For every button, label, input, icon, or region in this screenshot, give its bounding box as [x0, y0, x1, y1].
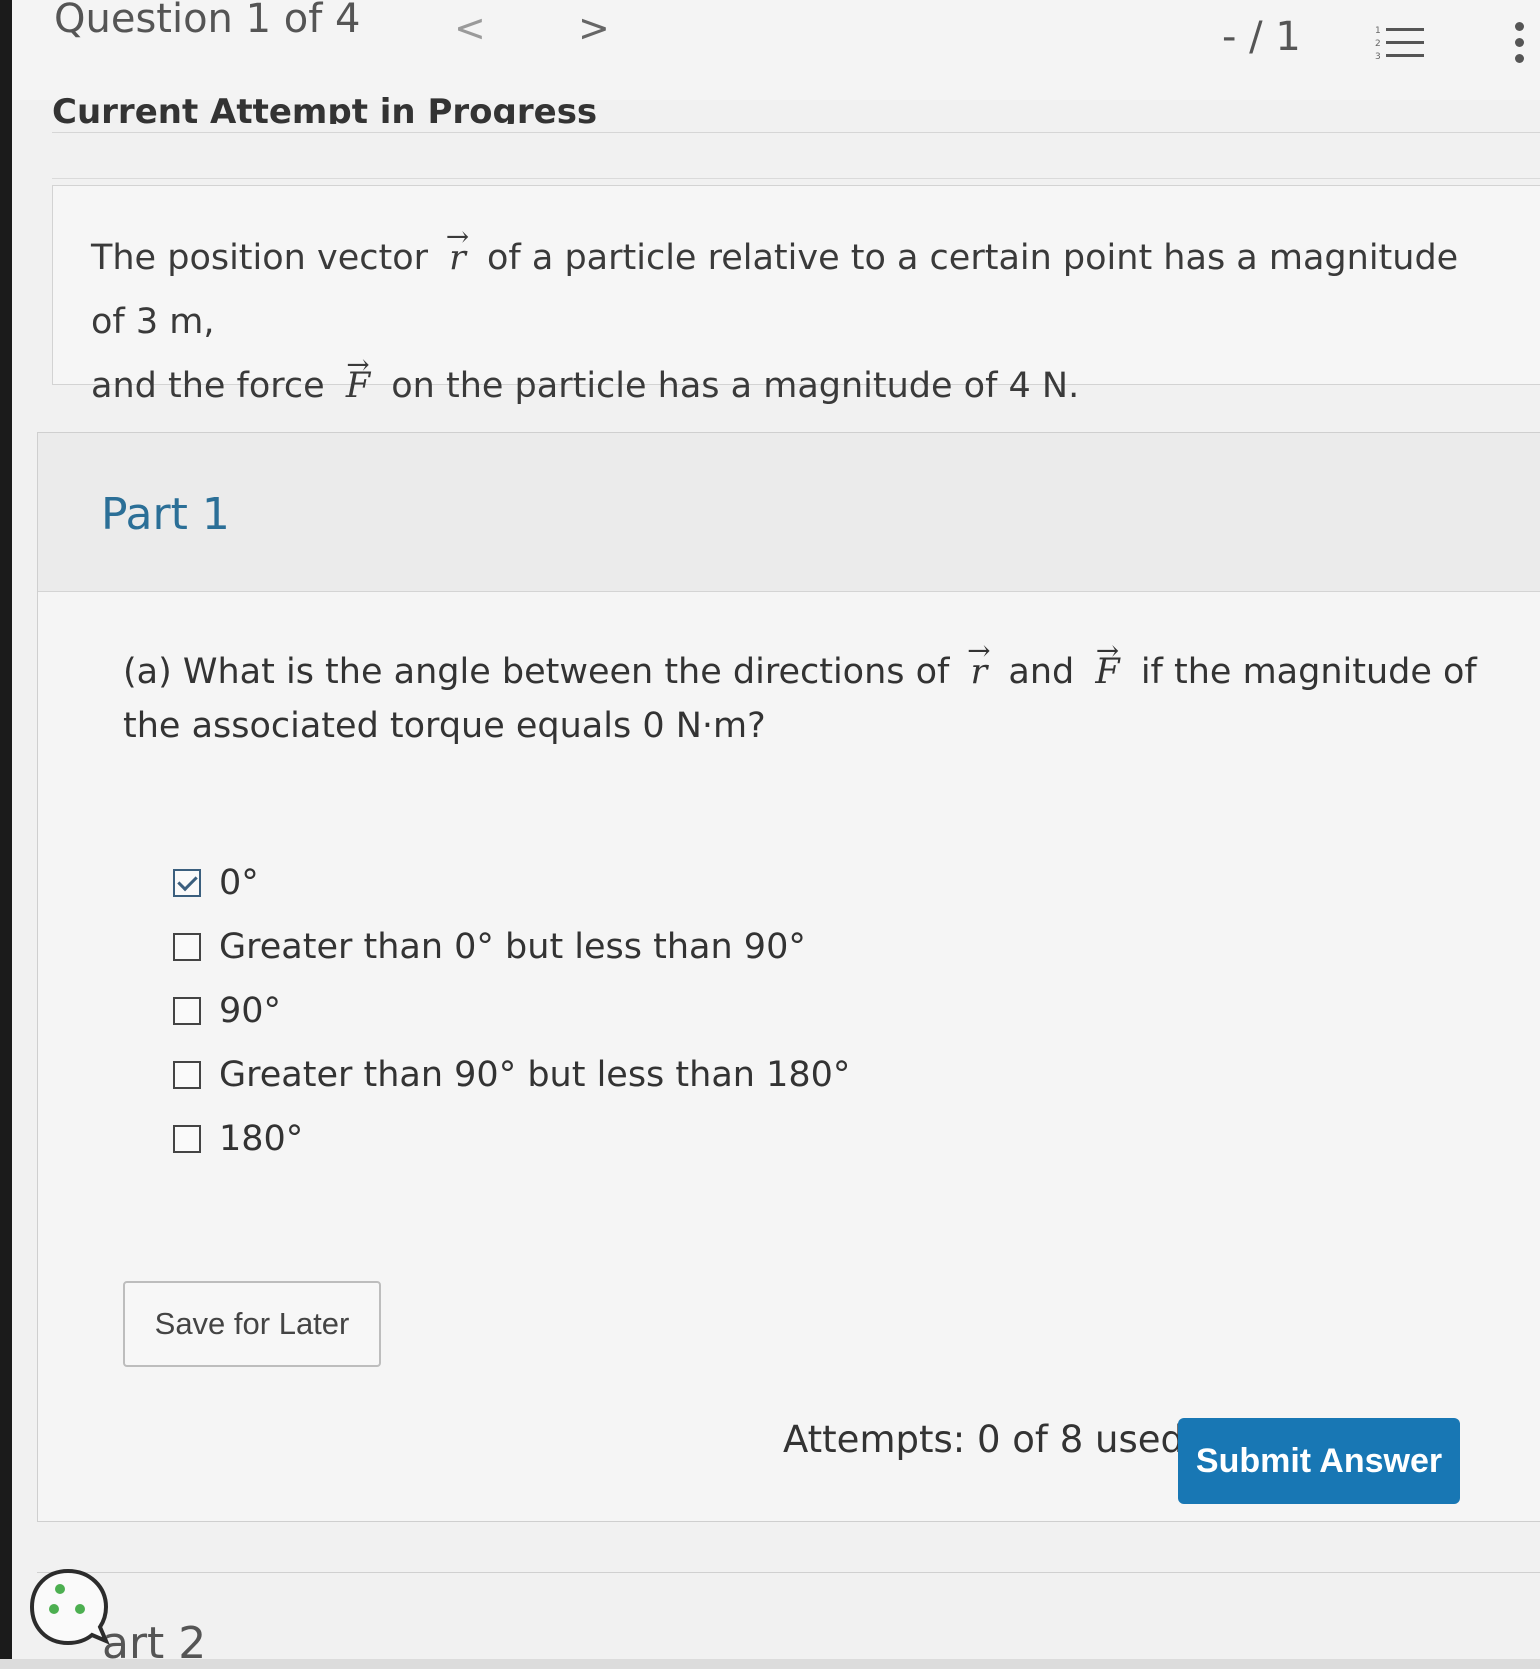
help-bubble-icon[interactable]	[26, 1565, 110, 1649]
score-display: - / 1	[1222, 14, 1301, 60]
checkbox-icon[interactable]	[173, 1061, 201, 1089]
top-bar: Question 1 of 4 < > - / 1 1 2 3	[12, 0, 1540, 100]
choice-between-90-180[interactable]: Greater than 90° but less than 180°	[173, 1045, 850, 1105]
checkbox-checked-icon[interactable]	[173, 869, 201, 897]
choice-between-0-90[interactable]: Greater than 0° but less than 90°	[173, 917, 850, 977]
svg-text:3: 3	[1375, 52, 1381, 62]
part-question: (a) What is the angle between the direct…	[123, 645, 1503, 753]
svg-text:1: 1	[1375, 26, 1381, 36]
choice-label: 180°	[219, 1119, 304, 1159]
numbered-list-icon[interactable]: 1 2 3	[1374, 22, 1426, 62]
more-vertical-icon[interactable]	[1512, 22, 1526, 66]
checkbox-icon[interactable]	[173, 1125, 201, 1153]
previous-question-button[interactable]: <	[454, 6, 486, 50]
question-stem: The position vector r of a particle rela…	[52, 185, 1540, 406]
question-and: and	[1008, 652, 1075, 692]
part-panel: Part 1 (a) What is the angle between the…	[37, 432, 1540, 1522]
question-counter: Question 1 of 4	[54, 0, 361, 42]
divider	[37, 1572, 1540, 1573]
page: Question 1 of 4 < > - / 1 1 2 3 Current …	[12, 0, 1540, 1669]
choice-180-deg[interactable]: 180°	[173, 1109, 850, 1169]
checkbox-icon[interactable]	[173, 997, 201, 1025]
choice-0-deg[interactable]: 0°	[173, 853, 850, 913]
vector-r: r	[961, 645, 998, 699]
choice-label: Greater than 90° but less than 180°	[219, 1055, 851, 1095]
part-title: Part 1	[101, 489, 230, 540]
choice-label: 0°	[219, 863, 259, 903]
checkbox-icon[interactable]	[173, 933, 201, 961]
stem-text-1: The position vector	[91, 238, 428, 278]
submit-answer-button[interactable]: Submit Answer	[1178, 1418, 1460, 1504]
choice-label: 90°	[219, 991, 282, 1031]
question-prefix: (a) What is the angle between the direct…	[123, 652, 950, 692]
attempts-counter: Attempts: 0 of 8 used	[783, 1418, 1184, 1461]
svg-text:2: 2	[1375, 39, 1381, 49]
screen-edge	[0, 0, 12, 1659]
stem-text-3: and the force	[91, 366, 325, 406]
vector-f: F	[336, 354, 380, 418]
vector-f: F	[1085, 645, 1129, 699]
choice-90-deg[interactable]: 90°	[173, 981, 850, 1041]
vector-r: r	[439, 226, 476, 290]
save-for-later-button[interactable]: Save for Later	[123, 1281, 381, 1367]
next-part-title: art 2	[102, 1618, 207, 1669]
attempt-status: Current Attempt in Progress	[52, 92, 598, 124]
next-question-button[interactable]: >	[578, 6, 610, 50]
answer-choices: 0° Greater than 0° but less than 90° 90°…	[173, 853, 850, 1173]
divider	[52, 178, 1540, 179]
choice-label: Greater than 0° but less than 90°	[219, 927, 806, 967]
stem-text-4: on the particle has a magnitude of 4 N.	[391, 366, 1080, 406]
question-stem-text: The position vector r of a particle rela…	[91, 226, 1491, 418]
part-header: Part 1	[38, 433, 1540, 592]
divider	[52, 132, 1540, 133]
